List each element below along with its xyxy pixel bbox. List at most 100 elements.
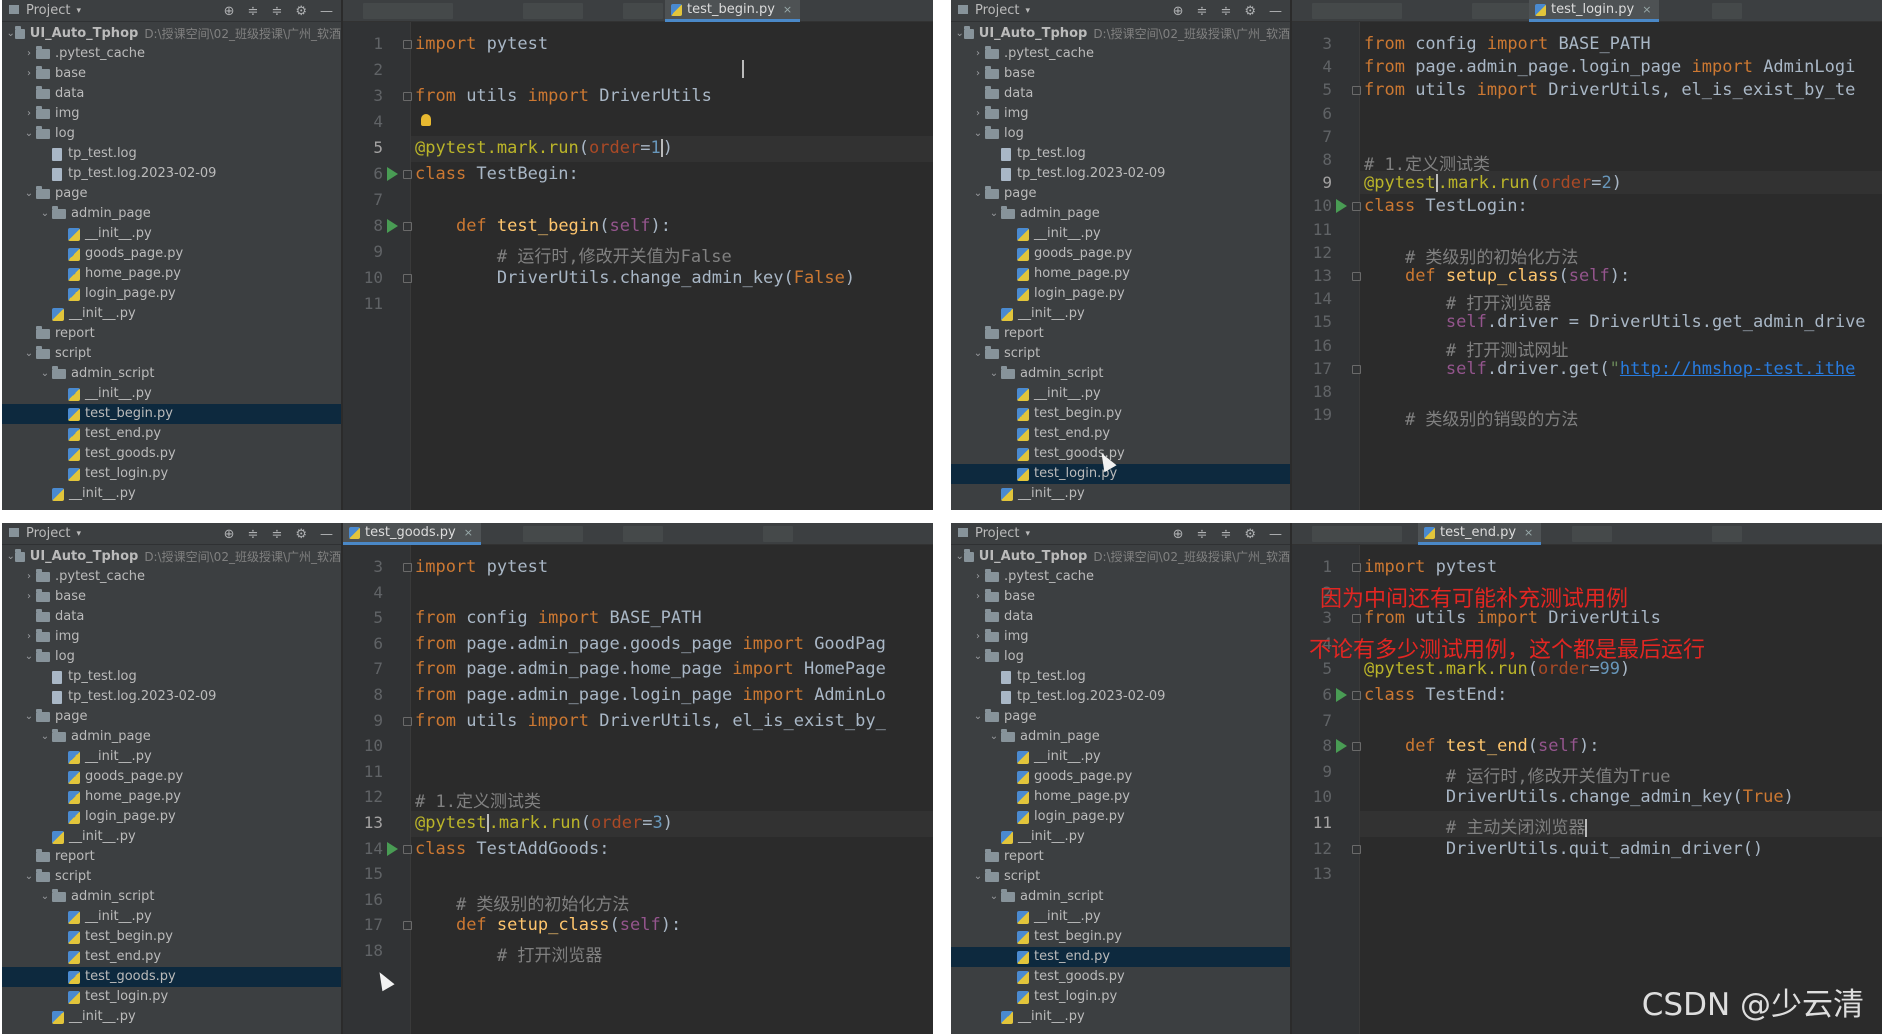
tree-item[interactable]: __init__.py	[951, 384, 1290, 404]
collapse-all-icon[interactable]: ≑	[1220, 527, 1231, 542]
tree-item[interactable]: tp_test.log	[951, 667, 1290, 687]
chevron-down-icon[interactable]: ⌄	[22, 184, 36, 204]
hide-icon[interactable]: —	[320, 4, 333, 19]
fold-marker-icon[interactable]	[1352, 691, 1361, 700]
chevron-down-icon[interactable]: ⌄	[6, 24, 15, 44]
tree-item[interactable]: ⌄ admin_page	[2, 204, 341, 224]
tree-root[interactable]: ⌄ UI_Auto_Tphop D:\授课空间\02_班级授课\广州_软酒	[951, 24, 1290, 44]
tree-item[interactable]: ⌄ page	[951, 707, 1290, 727]
tree-item[interactable]: test_begin.py	[951, 927, 1290, 947]
tree-item[interactable]: test_login.py	[2, 464, 341, 484]
tree-item[interactable]: __init__.py	[2, 907, 341, 927]
tree-item[interactable]: __init__.py	[2, 484, 341, 504]
close-icon[interactable]: ×	[783, 3, 792, 16]
run-gutter-icon[interactable]	[387, 841, 398, 856]
tree-item[interactable]: test_login.py	[951, 987, 1290, 1007]
tree-item[interactable]: ⌄ admin_page	[951, 727, 1290, 747]
chevron-right-icon[interactable]: ›	[22, 587, 36, 607]
chevron-down-icon[interactable]: ⌄	[955, 24, 964, 44]
close-icon[interactable]: ×	[1642, 3, 1651, 16]
chevron-right-icon[interactable]: ›	[22, 104, 36, 124]
tree-item[interactable]: __init__.py	[951, 224, 1290, 244]
tree-item[interactable]: data	[951, 607, 1290, 627]
tree-item[interactable]: test_login.py	[2, 987, 341, 1007]
locate-icon[interactable]: ⊕	[224, 527, 235, 542]
run-gutter-icon[interactable]	[1336, 199, 1347, 214]
tree-item[interactable]: test_begin.py	[2, 927, 341, 947]
collapse-all-icon[interactable]: ≑	[271, 4, 282, 19]
chevron-down-icon[interactable]: ⌄	[971, 184, 985, 204]
tree-item[interactable]: › img	[2, 627, 341, 647]
chevron-down-icon[interactable]: ⌄	[987, 727, 1001, 747]
tree-item[interactable]: login_page.py	[951, 284, 1290, 304]
chevron-down-icon[interactable]: ⌄	[22, 707, 36, 727]
tree-root[interactable]: ⌄ UI_Auto_Tphop D:\授课空间\02_班级授课\广州_软酒	[2, 547, 341, 567]
tree-item[interactable]: test_goods.py	[2, 967, 341, 987]
tree-item[interactable]: login_page.py	[2, 807, 341, 827]
collapse-all-icon[interactable]: ≑	[1220, 4, 1231, 19]
tree-item[interactable]: ⌄ script	[951, 867, 1290, 887]
tree-item[interactable]: test_end.py	[2, 947, 341, 967]
tree-item[interactable]: ⌄ log	[951, 647, 1290, 667]
hide-icon[interactable]: —	[320, 527, 333, 542]
tree-item[interactable]: home_page.py	[951, 787, 1290, 807]
tree-item[interactable]: test_end.py	[951, 947, 1290, 967]
tree-item[interactable]: test_begin.py	[2, 404, 341, 424]
fold-marker-icon[interactable]	[403, 40, 412, 49]
chevron-down-icon[interactable]: ⌄	[971, 867, 985, 887]
editor-tab-active[interactable]: test_login.py ×	[1529, 0, 1660, 22]
tree-item[interactable]: test_end.py	[2, 424, 341, 444]
chevron-down-icon[interactable]: ⌄	[971, 344, 985, 364]
chevron-right-icon[interactable]: ›	[22, 567, 36, 587]
tree-item[interactable]: __init__.py	[951, 304, 1290, 324]
chevron-right-icon[interactable]: ›	[971, 567, 985, 587]
hide-icon[interactable]: —	[1269, 527, 1282, 542]
code-area[interactable]: 1 import pytest 2 3 from utils import Driver…	[343, 22, 933, 510]
tree-item[interactable]: › img	[951, 627, 1290, 647]
project-title[interactable]: Project	[975, 3, 1019, 18]
chevron-right-icon[interactable]: ›	[22, 64, 36, 84]
chevron-down-icon[interactable]: ⌄	[987, 887, 1001, 907]
code-area[interactable]: 3 import pytest 4 5 from config import BASE_…	[343, 545, 933, 1034]
fold-marker-icon[interactable]	[403, 92, 412, 101]
fold-marker-icon[interactable]	[1352, 202, 1361, 212]
chevron-down-icon[interactable]: ⌄	[38, 364, 52, 384]
tree-item[interactable]: goods_page.py	[2, 767, 341, 787]
tree-item[interactable]: ⌄ page	[2, 707, 341, 727]
chevron-down-icon[interactable]: ⌄	[6, 547, 15, 567]
chevron-down-icon[interactable]: ▾	[1025, 6, 1030, 16]
tree-item[interactable]: tp_test.log	[2, 667, 341, 687]
tree-item[interactable]: tp_test.log.2023-02-09	[2, 687, 341, 707]
tree-item[interactable]: tp_test.log.2023-02-09	[951, 687, 1290, 707]
chevron-right-icon[interactable]: ›	[971, 587, 985, 607]
tree-item[interactable]: › base	[951, 64, 1290, 84]
run-gutter-icon[interactable]	[1336, 688, 1347, 702]
fold-marker-icon[interactable]	[1352, 364, 1361, 374]
tree-item[interactable]: __init__.py	[2, 827, 341, 847]
tree-item[interactable]: ⌄ admin_script	[951, 887, 1290, 907]
tree-item[interactable]: › .pytest_cache	[2, 567, 341, 587]
tree-item[interactable]: test_goods.py	[2, 444, 341, 464]
tree-item[interactable]: ⌄ script	[2, 344, 341, 364]
tree-item[interactable]: ⌄ page	[951, 184, 1290, 204]
chevron-down-icon[interactable]: ⌄	[987, 204, 1001, 224]
locate-icon[interactable]: ⊕	[224, 4, 235, 19]
tree-item[interactable]: goods_page.py	[951, 244, 1290, 264]
tree-item[interactable]: __init__.py	[951, 747, 1290, 767]
tree-item[interactable]: › img	[951, 104, 1290, 124]
gear-icon[interactable]: ⚙	[295, 527, 307, 542]
chevron-down-icon[interactable]: ⌄	[38, 887, 52, 907]
locate-icon[interactable]: ⊕	[1173, 527, 1184, 542]
tree-item[interactable]: test_end.py	[951, 424, 1290, 444]
tree-item[interactable]: ⌄ admin_script	[2, 364, 341, 384]
tree-item[interactable]: › .pytest_cache	[951, 567, 1290, 587]
tree-item[interactable]: ⌄ script	[2, 867, 341, 887]
tree-item[interactable]: test_goods.py	[951, 967, 1290, 987]
chevron-down-icon[interactable]: ▾	[76, 6, 81, 16]
chevron-down-icon[interactable]: ⌄	[22, 647, 36, 667]
chevron-right-icon[interactable]: ›	[22, 627, 36, 647]
fold-marker-icon[interactable]	[1352, 86, 1361, 96]
chevron-down-icon[interactable]: ⌄	[971, 707, 985, 727]
tree-item[interactable]: home_page.py	[2, 787, 341, 807]
tree-item[interactable]: __init__.py	[951, 907, 1290, 927]
